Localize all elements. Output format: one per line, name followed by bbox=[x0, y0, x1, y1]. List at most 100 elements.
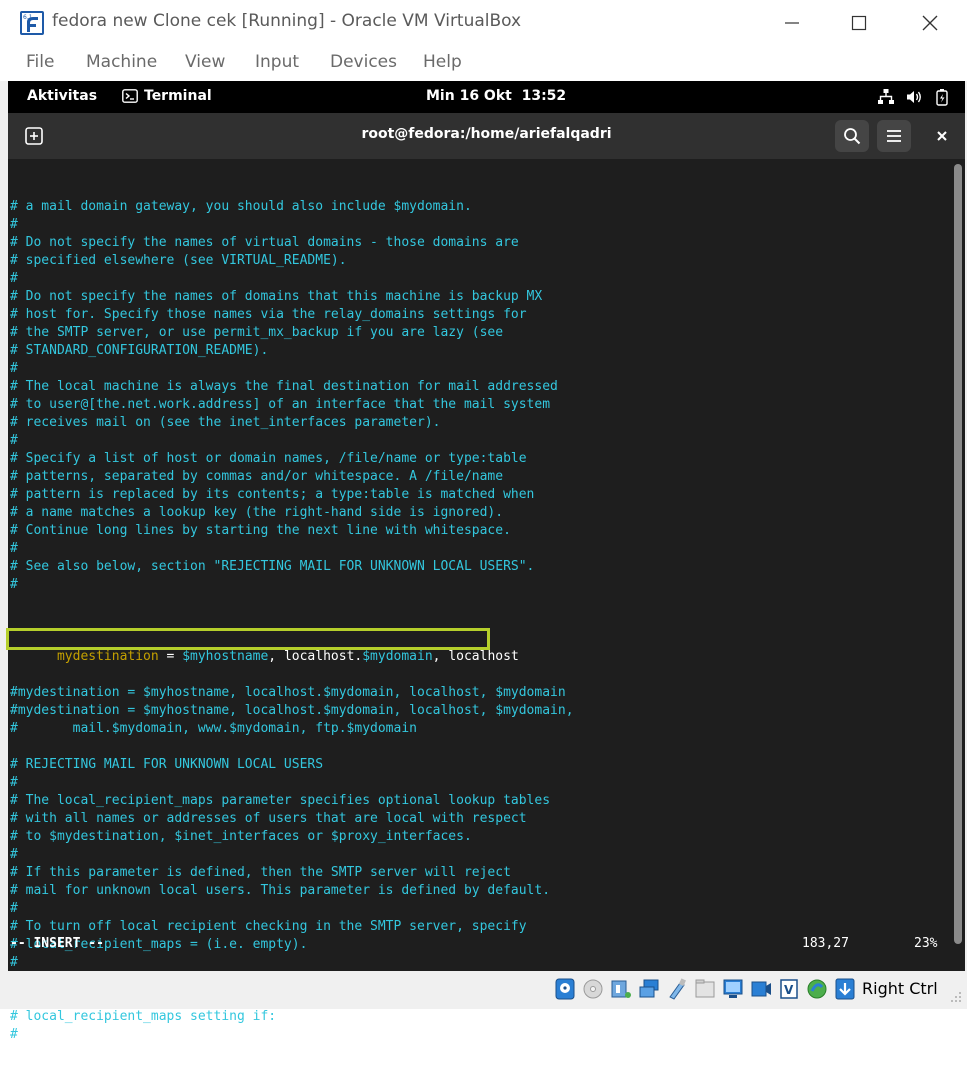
cursor-position: 183,27 bbox=[802, 936, 849, 951]
terminal-app-icon bbox=[122, 89, 138, 103]
terminal-line: # specified elsewhere (see VIRTUAL_READM… bbox=[10, 253, 347, 268]
terminal-line: # bbox=[10, 901, 18, 916]
vim-mode: -- INSERT -- bbox=[10, 936, 104, 951]
terminal-line: # bbox=[10, 1027, 18, 1042]
optical-drive-icon[interactable] bbox=[581, 976, 605, 1002]
terminal-line: # The local_recipient_maps parameter spe… bbox=[10, 793, 551, 808]
close-terminal-button[interactable] bbox=[925, 120, 959, 152]
mouse-integration-icon[interactable] bbox=[805, 976, 829, 1002]
terminal-line: #mydestination = $myhostname, localhost.… bbox=[10, 703, 574, 718]
menu-devices[interactable]: Devices bbox=[330, 52, 397, 72]
keyboard-capture-icon[interactable] bbox=[833, 976, 857, 1002]
terminal-line: #mydestination = $myhostname, localhost.… bbox=[10, 685, 566, 700]
gnome-topbar: Aktivitas Terminal Min 16 Okt 13:52 bbox=[8, 81, 965, 113]
hard-disk-icon[interactable] bbox=[553, 976, 577, 1002]
recording-icon[interactable] bbox=[749, 976, 773, 1002]
menu-input[interactable]: Input bbox=[255, 52, 299, 72]
terminal-line: # bbox=[10, 577, 18, 592]
terminal-line: # patterns, separated by commas and/or w… bbox=[10, 469, 504, 484]
shared-folders-icon[interactable] bbox=[693, 976, 717, 1002]
terminal-line: # Do not specify the names of domains th… bbox=[10, 289, 543, 304]
device-indicators: V bbox=[553, 976, 857, 1002]
config-variable: $myhostname bbox=[182, 649, 269, 664]
menu-help[interactable]: Help bbox=[423, 52, 462, 72]
usb-icon[interactable] bbox=[665, 976, 689, 1002]
terminal-line: # bbox=[10, 847, 18, 862]
menu-machine[interactable]: Machine bbox=[86, 52, 157, 72]
terminal-line: # STANDARD_CONFIGURATION_README). bbox=[10, 343, 269, 358]
vim-statusline: -- INSERT -- 183,27 23% bbox=[10, 935, 945, 953]
vbox-statusbar: V Right Ctrl bbox=[0, 971, 967, 1009]
activities-button[interactable]: Aktivitas bbox=[27, 88, 97, 104]
virtualbox-logo-icon: 6.1 bbox=[19, 10, 45, 36]
search-button[interactable] bbox=[835, 120, 869, 152]
window-title: fedora new Clone cek [Running] - Oracle … bbox=[52, 11, 522, 31]
window-titlebar: 6.1 fedora new Clone cek [Running] - Ora… bbox=[0, 0, 967, 46]
terminal-line: # bbox=[10, 217, 18, 232]
terminal-line: # mail for unknown local users. This par… bbox=[10, 883, 551, 898]
network-wired-icon bbox=[878, 89, 894, 104]
terminal-line: # with all names or addresses of users t… bbox=[10, 811, 527, 826]
terminal-title: root@fedora:/home/ariefalqadri bbox=[361, 126, 612, 142]
search-icon bbox=[844, 128, 861, 145]
close-icon bbox=[922, 15, 938, 31]
terminal-line: # See also below, section "REJECTING MAI… bbox=[10, 559, 535, 574]
terminal-headerbar: root@fedora:/home/ariefalqadri bbox=[8, 113, 965, 159]
terminal-line: # local_recipient_maps setting if: bbox=[10, 1009, 277, 1024]
terminal-line: # If this parameter is defined, then the… bbox=[10, 865, 511, 880]
config-key: mydestination bbox=[56, 649, 159, 664]
menu-button[interactable] bbox=[877, 120, 911, 152]
network-icon[interactable] bbox=[637, 976, 661, 1002]
terminal-line: # bbox=[10, 271, 18, 286]
close-icon bbox=[937, 131, 947, 141]
terminal-line: # bbox=[10, 361, 18, 376]
terminal-line: # a name matches a lookup key (the right… bbox=[10, 505, 504, 520]
terminal-line: # the SMTP server, or use permit_mx_back… bbox=[10, 325, 504, 340]
config-variable: $mydomain bbox=[362, 649, 433, 664]
maximize-button[interactable] bbox=[837, 8, 881, 38]
config-literal: , localhost. bbox=[268, 649, 363, 664]
terminal-line: # Specify a list of host or domain names… bbox=[10, 451, 527, 466]
minimize-icon bbox=[785, 22, 799, 24]
app-name: Terminal bbox=[144, 88, 212, 104]
terminal-line: # bbox=[10, 541, 18, 556]
terminal-line: # To turn off local recipient checking i… bbox=[10, 919, 527, 934]
terminal-line: # a mail domain gateway, you should also… bbox=[10, 199, 472, 214]
menu-file[interactable]: File bbox=[26, 52, 54, 72]
app-menu-terminal[interactable]: Terminal bbox=[122, 88, 212, 104]
scrollbar-thumb[interactable] bbox=[954, 164, 962, 944]
vm-frame-left bbox=[0, 81, 8, 979]
resize-grip-icon[interactable] bbox=[950, 991, 962, 1003]
terminal-line: # Do not specify the names of virtual do… bbox=[10, 235, 519, 250]
terminal-line: # Continue long lines by starting the ne… bbox=[10, 523, 511, 538]
host-key-label: Right Ctrl bbox=[862, 979, 938, 998]
volume-icon bbox=[907, 91, 921, 103]
cpu-icon[interactable]: V bbox=[777, 976, 801, 1002]
menu-view[interactable]: View bbox=[185, 52, 225, 72]
terminal-line: # to $mydestination, $inet_interfaces or… bbox=[10, 829, 472, 844]
vbox-menubar: File Machine View Input Devices Help bbox=[0, 46, 967, 81]
close-window-button[interactable] bbox=[908, 8, 952, 38]
svg-text:6.1: 6.1 bbox=[23, 14, 33, 21]
highlight-annotation-box bbox=[6, 628, 490, 650]
maximize-icon bbox=[851, 15, 867, 31]
terminal-line: # host for. Specify those names via the … bbox=[10, 307, 527, 322]
terminal-line: # bbox=[10, 955, 18, 970]
audio-icon[interactable] bbox=[609, 976, 633, 1002]
scroll-percent: 23% bbox=[914, 936, 938, 951]
svg-text:V: V bbox=[784, 983, 794, 997]
highlighted-config-line[interactable]: mydestination = $myhostname, localhost.$… bbox=[6, 628, 945, 664]
clock[interactable]: Min 16 Okt 13:52 bbox=[426, 88, 566, 104]
display-icon[interactable] bbox=[721, 976, 745, 1002]
terminal-line: # The local machine is always the final … bbox=[10, 379, 558, 394]
terminal-content[interactable]: # a mail domain gateway, you should also… bbox=[6, 159, 965, 1042]
hamburger-menu-icon bbox=[887, 130, 901, 142]
system-tray[interactable] bbox=[877, 88, 951, 106]
terminal-line: # REJECTING MAIL FOR UNKNOWN LOCAL USERS bbox=[10, 757, 324, 772]
config-operator: = bbox=[158, 649, 183, 664]
terminal-line: # bbox=[10, 433, 18, 448]
terminal-line: # pattern is replaced by its contents; a… bbox=[10, 487, 535, 502]
minimize-button[interactable] bbox=[770, 8, 814, 38]
terminal-line: # to user@[the.net.work.address] of an i… bbox=[10, 397, 551, 412]
